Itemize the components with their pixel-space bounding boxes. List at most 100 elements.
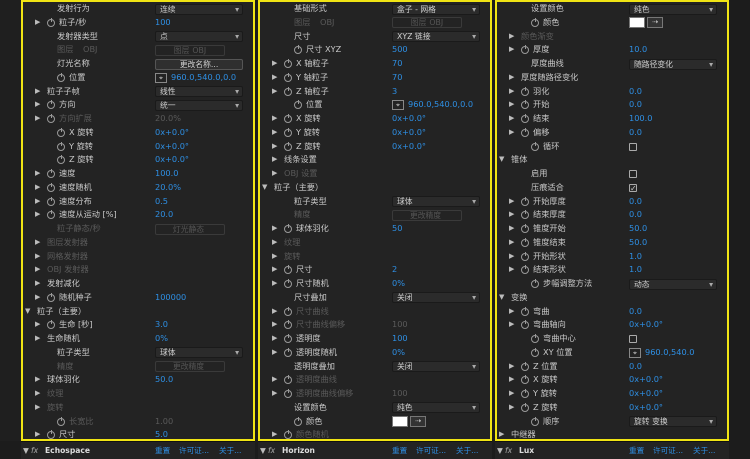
stopwatch-icon[interactable] — [284, 375, 292, 385]
twirl-triangle-icon[interactable]: ▶ — [272, 57, 277, 71]
stopwatch-icon[interactable] — [521, 402, 529, 412]
stopwatch-icon[interactable] — [47, 114, 55, 123]
property-row[interactable]: ▶ 球体羽化 50.0 — [23, 373, 253, 387]
twirl-triangle-icon[interactable]: ▶ — [272, 167, 277, 181]
property-value[interactable]: 50 — [392, 222, 402, 236]
property-value[interactable]: 0.0 — [629, 360, 642, 374]
property-value[interactable]: 0.0 — [629, 305, 642, 319]
property-value[interactable]: 0.0 — [629, 85, 642, 99]
property-row[interactable]: 图层 OBJ 图层 OBJ — [260, 16, 490, 30]
property-value[interactable]: 0x+0.0° — [392, 112, 426, 126]
property-dropdown[interactable]: 统一 — [155, 99, 243, 111]
property-row[interactable]: ▶ 尺寸曲线 — [260, 305, 490, 319]
stopwatch-icon[interactable] — [57, 141, 65, 151]
property-row[interactable]: ▶ Z 轴粒子 3 — [260, 85, 490, 99]
property-row[interactable]: 精度 更改精度 — [23, 360, 253, 374]
stopwatch-icon[interactable] — [531, 416, 539, 426]
twirl-triangle-icon[interactable]: ▶ — [272, 222, 277, 236]
position-value[interactable]: 960.0,540.0 — [645, 346, 694, 360]
property-row[interactable]: ▶ 方向扩展 20.0% — [23, 112, 253, 126]
property-value[interactable]: 10.0 — [629, 43, 647, 57]
property-dropdown[interactable]: 随路径变化 — [629, 58, 717, 70]
twirl-triangle-icon[interactable]: ▶ — [35, 428, 40, 439]
property-row[interactable]: ▼ 变换 — [497, 291, 727, 305]
crosshair-icon[interactable]: ⌖ — [629, 347, 641, 358]
twirl-triangle-icon[interactable]: ▶ — [35, 85, 40, 99]
property-row[interactable]: ▶ 透明度随机 0% — [260, 346, 490, 360]
twirl-triangle-icon[interactable]: ▶ — [509, 85, 514, 99]
property-row[interactable]: 压痕适合 — [497, 181, 727, 196]
property-value[interactable]: 1.0 — [629, 263, 642, 277]
twirl-triangle-icon[interactable]: ▶ — [272, 112, 277, 126]
stopwatch-icon[interactable] — [284, 127, 292, 137]
stopwatch-icon[interactable] — [521, 196, 529, 206]
property-row[interactable]: X 旋转 0x+0.0° — [23, 126, 253, 140]
twirl-triangle-icon[interactable]: ▶ — [499, 428, 504, 439]
property-value[interactable]: 0.0 — [629, 195, 642, 209]
property-row[interactable]: ▶ 纹理 — [23, 387, 253, 401]
fx-icon[interactable]: fx — [31, 442, 38, 459]
twirl-triangle-icon[interactable]: ▶ — [272, 140, 277, 154]
twirl-triangle-icon[interactable]: ▶ — [35, 208, 40, 222]
stopwatch-icon[interactable] — [284, 279, 292, 288]
property-row[interactable]: 循环 — [497, 140, 727, 154]
property-row[interactable]: ▶ 透明度 100 — [260, 332, 490, 346]
stopwatch-icon[interactable] — [521, 127, 529, 137]
stopwatch-icon[interactable] — [531, 141, 539, 151]
twirl-triangle-icon[interactable]: ▶ — [35, 332, 40, 346]
property-value[interactable]: 5.0 — [155, 428, 168, 439]
twirl-triangle-icon[interactable]: ▶ — [509, 305, 514, 319]
crosshair-icon[interactable]: ⌖ — [155, 72, 167, 83]
property-row[interactable]: ▶ 厚度随路径变化 — [497, 71, 727, 85]
property-row[interactable]: 厚度曲线 随路径变化 — [497, 57, 727, 71]
property-row[interactable]: 粒子类型 球体 — [23, 346, 253, 360]
stopwatch-icon[interactable] — [521, 224, 529, 233]
twirl-triangle-icon[interactable]: ▶ — [509, 126, 514, 140]
reset-link[interactable]: 重置 — [155, 442, 170, 459]
property-value[interactable]: 100.0 — [629, 112, 652, 126]
twirl-triangle-icon[interactable]: ▶ — [35, 236, 40, 250]
stopwatch-icon[interactable] — [57, 127, 65, 137]
stopwatch-icon[interactable] — [47, 292, 55, 302]
twirl-triangle-icon[interactable]: ▶ — [35, 112, 40, 126]
twirl-triangle-icon[interactable]: ▶ — [35, 181, 40, 195]
twirl-triangle-icon[interactable]: ▶ — [272, 263, 277, 277]
property-row[interactable]: 设置颜色 纯色 — [260, 401, 490, 415]
stopwatch-icon[interactable] — [284, 86, 292, 96]
property-row[interactable]: ▶ 开始形状 1.0 — [497, 250, 727, 264]
twirl-triangle-icon[interactable]: ▶ — [35, 401, 40, 415]
property-row[interactable]: ▶ Y 旋转 0x+0.0° — [497, 387, 727, 401]
eyedropper-icon[interactable]: ⇢ — [647, 17, 663, 29]
property-row[interactable]: ▶ 纹理 — [260, 236, 490, 250]
property-value[interactable]: 3.0 — [155, 318, 168, 332]
stopwatch-icon[interactable] — [294, 100, 302, 110]
stopwatch-icon[interactable] — [521, 361, 529, 371]
property-value[interactable]: 0x+0.0° — [629, 387, 663, 401]
rename-button[interactable]: 更改名称... — [155, 58, 243, 70]
stopwatch-icon[interactable] — [47, 430, 55, 439]
stopwatch-icon[interactable] — [47, 196, 55, 206]
property-dropdown[interactable]: 旋转 变换 — [629, 416, 717, 427]
property-row[interactable]: 位置 ⌖ 960.0,540.0,0.0 — [23, 71, 253, 85]
property-row[interactable]: ▶ Z 旋转 0x+0.0° — [260, 140, 490, 154]
reset-link[interactable]: 重置 — [392, 442, 407, 459]
fx-icon[interactable]: fx — [268, 442, 275, 459]
property-row[interactable]: 透明度叠加 关闭 — [260, 360, 490, 374]
stopwatch-icon[interactable] — [521, 45, 529, 55]
twirl-triangle-icon[interactable]: ▶ — [35, 387, 40, 401]
property-row[interactable]: ▶ 线条设置 — [260, 153, 490, 167]
stopwatch-icon[interactable] — [521, 237, 529, 247]
twirl-triangle-icon[interactable]: ▶ — [272, 346, 277, 360]
property-value[interactable]: 20.0% — [155, 181, 181, 195]
position-value[interactable]: 960.0,540.0,0.0 — [408, 98, 473, 112]
stopwatch-icon[interactable] — [521, 375, 529, 385]
twirl-triangle-icon[interactable]: ▶ — [272, 85, 277, 99]
property-row[interactable]: ▶ 弯曲 0.0 — [497, 305, 727, 319]
effect-controls-panel-2[interactable]: 基础形式盒子 - 网格图层OBJ图层OBJ尺寸XYZ 链接尺寸 XYZ500▶X… — [258, 0, 492, 441]
property-row[interactable]: ▶ 尺寸 2 — [260, 263, 490, 277]
license-link[interactable]: 许可证... — [179, 442, 209, 459]
stopwatch-icon[interactable] — [57, 72, 65, 82]
property-value[interactable]: 0.0 — [629, 208, 642, 222]
stopwatch-icon[interactable] — [284, 72, 292, 82]
property-row[interactable]: ▶ 结束 100.0 — [497, 112, 727, 126]
